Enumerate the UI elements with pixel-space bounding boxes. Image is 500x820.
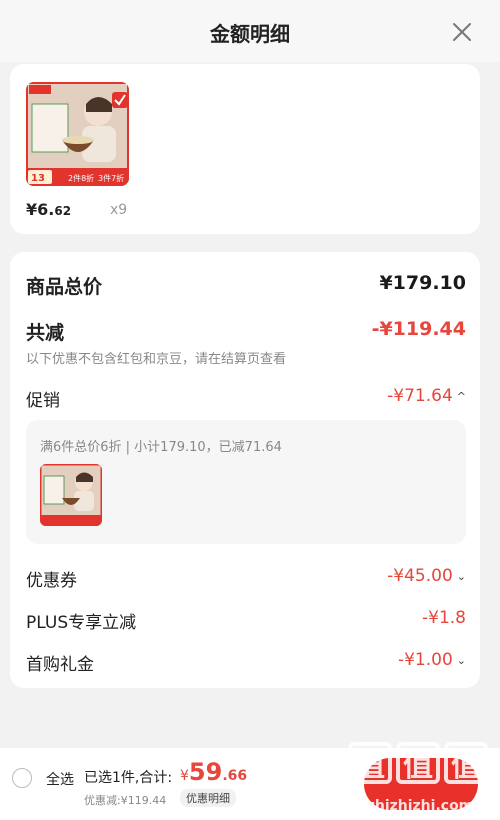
chevron-down-icon: ⌄ <box>456 569 466 583</box>
total-decimal: .66 <box>222 768 248 784</box>
product-quantity: x9 <box>110 202 128 218</box>
promo-detail-box: 满6件总价6折 | 小计179.10，已减71.64 <box>26 420 466 544</box>
product-thumbnail[interactable]: 13 2件8折 3件7折 <box>26 82 129 186</box>
chevron-down-icon: ⌄ <box>456 653 466 667</box>
coupon-value: -¥45.00 <box>387 566 453 586</box>
first-purchase-gift-value: -¥1.00 <box>397 650 453 670</box>
thumb-badge-deal-1: 2件8折 <box>68 173 94 183</box>
promo-value: -¥71.64 <box>387 386 453 406</box>
total-symbol: ¥ <box>180 768 189 784</box>
sheet-header: 金额明细 <box>0 0 500 62</box>
checkout-bar: 全选 已选1件,合计: ¥59.66 优惠减:¥119.44 优惠明细 <box>0 748 500 820</box>
sheet-title: 金额明细 <box>210 22 290 46</box>
coupon-label: 优惠券 <box>26 571 77 591</box>
promo-toggle[interactable]: -¥71.64 ^ <box>387 386 466 406</box>
product-card: 13 2件8折 3件7折 ¥6.62 x9 <box>10 64 480 234</box>
chevron-up-icon: ^ <box>456 389 466 403</box>
total-price-label: 商品总价 <box>26 276 103 298</box>
first-purchase-gift-label: 首购礼金 <box>26 655 94 675</box>
selected-summary: 已选1件,合计: <box>84 770 173 786</box>
discount-detail-button[interactable]: 优惠明细 <box>180 789 236 807</box>
close-icon[interactable] <box>450 20 474 44</box>
promo-label: 促销 <box>26 391 60 411</box>
plus-discount-label: PLUS专享立减 <box>26 613 137 633</box>
total-amount: ¥59.66 <box>180 758 247 786</box>
discount-summary: 优惠减:¥119.44 <box>84 794 167 807</box>
total-reduce-label: 共减 <box>26 322 65 344</box>
gift-toggle[interactable]: -¥1.00 ⌄ <box>398 650 466 670</box>
price-symbol: ¥ <box>26 200 38 219</box>
coupon-toggle[interactable]: -¥45.00 ⌄ <box>387 566 466 586</box>
total-integer: 59 <box>188 758 223 786</box>
total-price-value: ¥179.10 <box>379 272 466 294</box>
price-integer: 6. <box>37 200 55 219</box>
price-decimal: 62 <box>54 204 72 218</box>
select-all-radio[interactable] <box>12 768 32 788</box>
thumb-badge-count: 13 <box>31 173 45 184</box>
thumb-badge-deal-2: 3件7折 <box>98 173 124 183</box>
select-all-label[interactable]: 全选 <box>46 769 74 789</box>
product-price: ¥6.62 <box>26 200 71 219</box>
checkout-button[interactable] <box>364 758 478 810</box>
reduce-note: 以下优惠不包含红包和京豆，请在结算页查看 <box>26 352 287 367</box>
amount-detail-card: 商品总价 ¥179.10 共减 -¥119.44 以下优惠不包含红包和京豆，请在… <box>10 252 480 688</box>
total-reduce-value: -¥119.44 <box>371 318 466 340</box>
promo-description: 满6件总价6折 | 小计179.10，已减71.64 <box>40 440 282 455</box>
plus-discount-value: -¥1.8 <box>422 608 466 628</box>
promo-product-thumbnail[interactable] <box>40 464 102 526</box>
